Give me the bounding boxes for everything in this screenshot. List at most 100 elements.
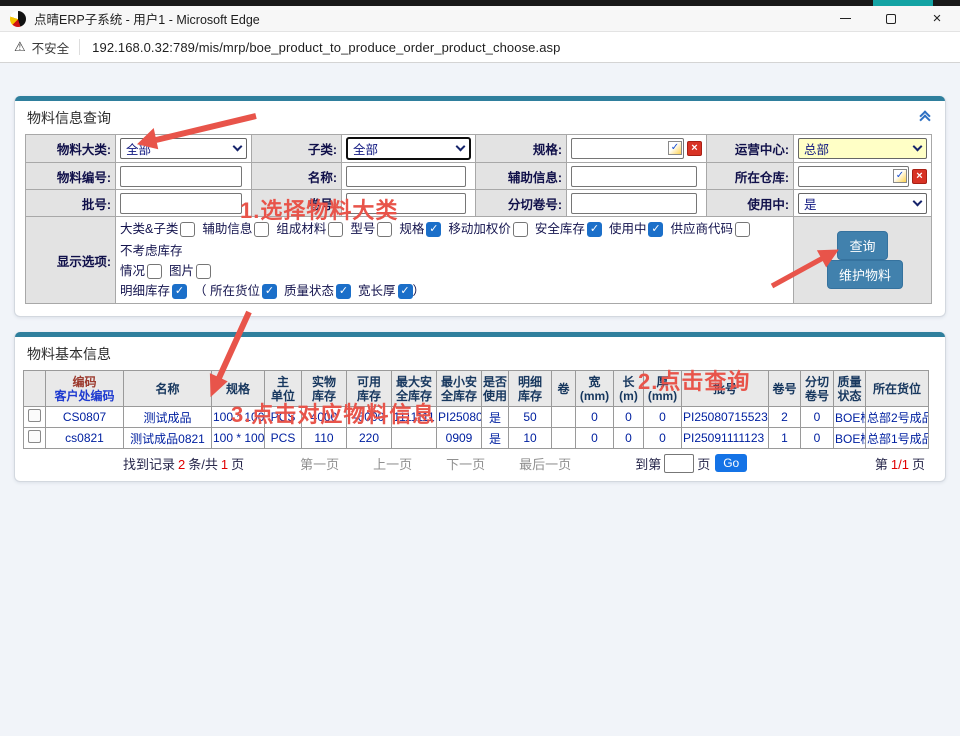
column-header: 卷号 (769, 371, 801, 407)
goto-page-input[interactable] (664, 454, 694, 473)
material-no-input[interactable] (120, 166, 242, 187)
address-bar[interactable]: ⚠ 不安全 192.168.0.32:789/mis/mrp/boe_produ… (0, 32, 960, 63)
first-page-link[interactable]: 第一页 (300, 454, 339, 473)
material-table: 编码客户处编码名称规格主 单位实物 库存可用 库存最大安 全库存最小安 全库存是… (23, 370, 929, 449)
clear-icon[interactable]: × (912, 169, 927, 184)
query-button[interactable]: 查询 (837, 231, 887, 260)
column-header: 最小安 全库存 (437, 371, 482, 407)
chevron-down-icon (456, 142, 466, 152)
clear-icon[interactable]: × (687, 141, 702, 156)
table-cell: 0 (576, 407, 614, 428)
column-header (24, 371, 46, 407)
slit-roll-no-input[interactable] (571, 193, 697, 214)
display-option-checkbox[interactable]: ✓ (262, 284, 277, 299)
subcategory-label: 子类: (252, 135, 342, 163)
minimize-button[interactable] (822, 6, 868, 31)
maximize-button[interactable] (868, 6, 914, 31)
table-cell: 0 (644, 407, 682, 428)
display-option-label: 明细库存 (120, 281, 170, 301)
query-panel-title: 物料信息查询 (27, 108, 111, 128)
display-option-checkbox[interactable] (735, 222, 750, 237)
material-no-label: 物料编号: (26, 163, 116, 190)
query-panel: 物料信息查询 物料大类: 全部 子类: 全部 (14, 96, 946, 317)
maintain-material-button[interactable]: 维护物料 (827, 260, 903, 289)
column-header: 明细 库存 (509, 371, 552, 407)
in-use-label: 使用中: (707, 190, 794, 217)
go-button[interactable]: Go (715, 454, 747, 472)
collapse-panel-icon[interactable] (921, 112, 933, 124)
close-button[interactable]: × (914, 6, 960, 31)
name-input[interactable] (346, 166, 466, 187)
display-option: 不考虑库存 (120, 241, 183, 261)
page-content: 物料信息查询 物料大类: 全部 子类: 全部 (0, 96, 960, 736)
annotation-step3: 3.点击对应物料信息 (231, 397, 435, 429)
display-option-label: 供应商代码 (670, 219, 733, 239)
display-option: 规格✓ (399, 219, 441, 239)
current-page-info: 第1/1页 (875, 454, 925, 473)
row-checkbox[interactable] (28, 430, 41, 443)
picker-icon[interactable]: ✓ (668, 141, 682, 155)
display-option-checkbox[interactable]: ✓ (587, 222, 602, 237)
display-option-suffix: ） (413, 281, 426, 301)
table-cell: 0 (614, 428, 644, 449)
table-row[interactable]: CS0807测试成品100 * 100PCS4000-60001111111PI… (24, 407, 929, 428)
display-option-label: 图片 (169, 261, 194, 281)
aux-info-input[interactable] (571, 166, 697, 187)
column-header: 质量 状态 (834, 371, 866, 407)
display-option: 质量状态✓ (284, 281, 351, 301)
display-option: 大类&子类 (120, 219, 195, 239)
prev-page-link[interactable]: 上一页 (373, 454, 412, 473)
display-option-checkbox[interactable]: ✓ (172, 284, 187, 299)
in-use-select[interactable]: 是 (798, 193, 927, 214)
display-option-checkbox[interactable] (180, 222, 195, 237)
batch-no-input[interactable] (120, 193, 242, 214)
table-cell: cs0821 (46, 428, 124, 449)
display-option-checkbox[interactable] (196, 264, 211, 279)
table-cell: 0 (801, 407, 834, 428)
result-panel-title: 物料基本信息 (27, 344, 111, 364)
result-panel: 物料基本信息 编码客户处编码名称规格主 单位实物 库存可用 库存最大安 全库存最… (14, 332, 946, 482)
table-cell (552, 428, 576, 449)
table-cell: 0 (614, 407, 644, 428)
display-option-checkbox[interactable]: ✓ (336, 284, 351, 299)
display-option-checkbox[interactable] (513, 222, 528, 237)
window-top-edge (0, 0, 960, 6)
table-cell: 是 (482, 407, 509, 428)
next-page-link[interactable]: 下一页 (446, 454, 485, 473)
subcategory-select[interactable]: 全部 (346, 137, 471, 160)
display-option: 移动加权价 (448, 219, 528, 239)
title-bar: 点晴ERP子系统 - 用户1 - Microsoft Edge × (0, 6, 960, 32)
picker-icon[interactable]: ✓ (893, 169, 907, 183)
aux-info-label: 辅助信息: (476, 163, 567, 190)
last-page-link[interactable]: 最后一页 (519, 454, 571, 473)
display-option-checkbox[interactable]: ✓ (648, 222, 663, 237)
current-page: 1/1 (888, 457, 912, 472)
table-cell: PI25080 (437, 407, 482, 428)
column-header: 是否 使用 (482, 371, 509, 407)
display-option-checkbox[interactable] (147, 264, 162, 279)
minimize-icon (840, 18, 851, 19)
display-option-checkbox[interactable]: ✓ (426, 222, 441, 237)
chevron-down-icon (233, 142, 243, 152)
display-options-line2: 情况图片 (120, 261, 789, 281)
chevron-down-icon (913, 142, 923, 152)
slit-roll-no-label: 分切卷号: (476, 190, 567, 217)
display-option-label: 移动加权价 (448, 219, 511, 239)
table-row[interactable]: cs0821测试成品0821100 * 100PCS1102200909是100… (24, 428, 929, 449)
spec-label: 规格: (476, 135, 567, 163)
display-option-label: 安全库存 (535, 219, 585, 239)
display-options-line1: 大类&子类辅助信息组成材料型号规格✓移动加权价安全库存✓使用中✓供应商代码不考虑… (120, 219, 789, 261)
warehouse-label: 所在仓库: (707, 163, 794, 190)
display-option: 使用中✓ (609, 219, 664, 239)
row-checkbox[interactable] (28, 409, 41, 422)
display-options-label: 显示选项: (26, 217, 116, 304)
table-cell: CS0807 (46, 407, 124, 428)
display-option-label: 不考虑库存 (120, 241, 183, 261)
op-center-select[interactable]: 总部 (798, 138, 927, 159)
table-cell: PCS (265, 428, 302, 449)
window-controls: × (822, 6, 960, 31)
category-select[interactable]: 全部 (120, 138, 247, 159)
display-option-label: （ 所在货位 (194, 281, 260, 301)
column-header: 宽 (mm) (576, 371, 614, 407)
display-option-checkbox[interactable]: ✓ (398, 284, 413, 299)
